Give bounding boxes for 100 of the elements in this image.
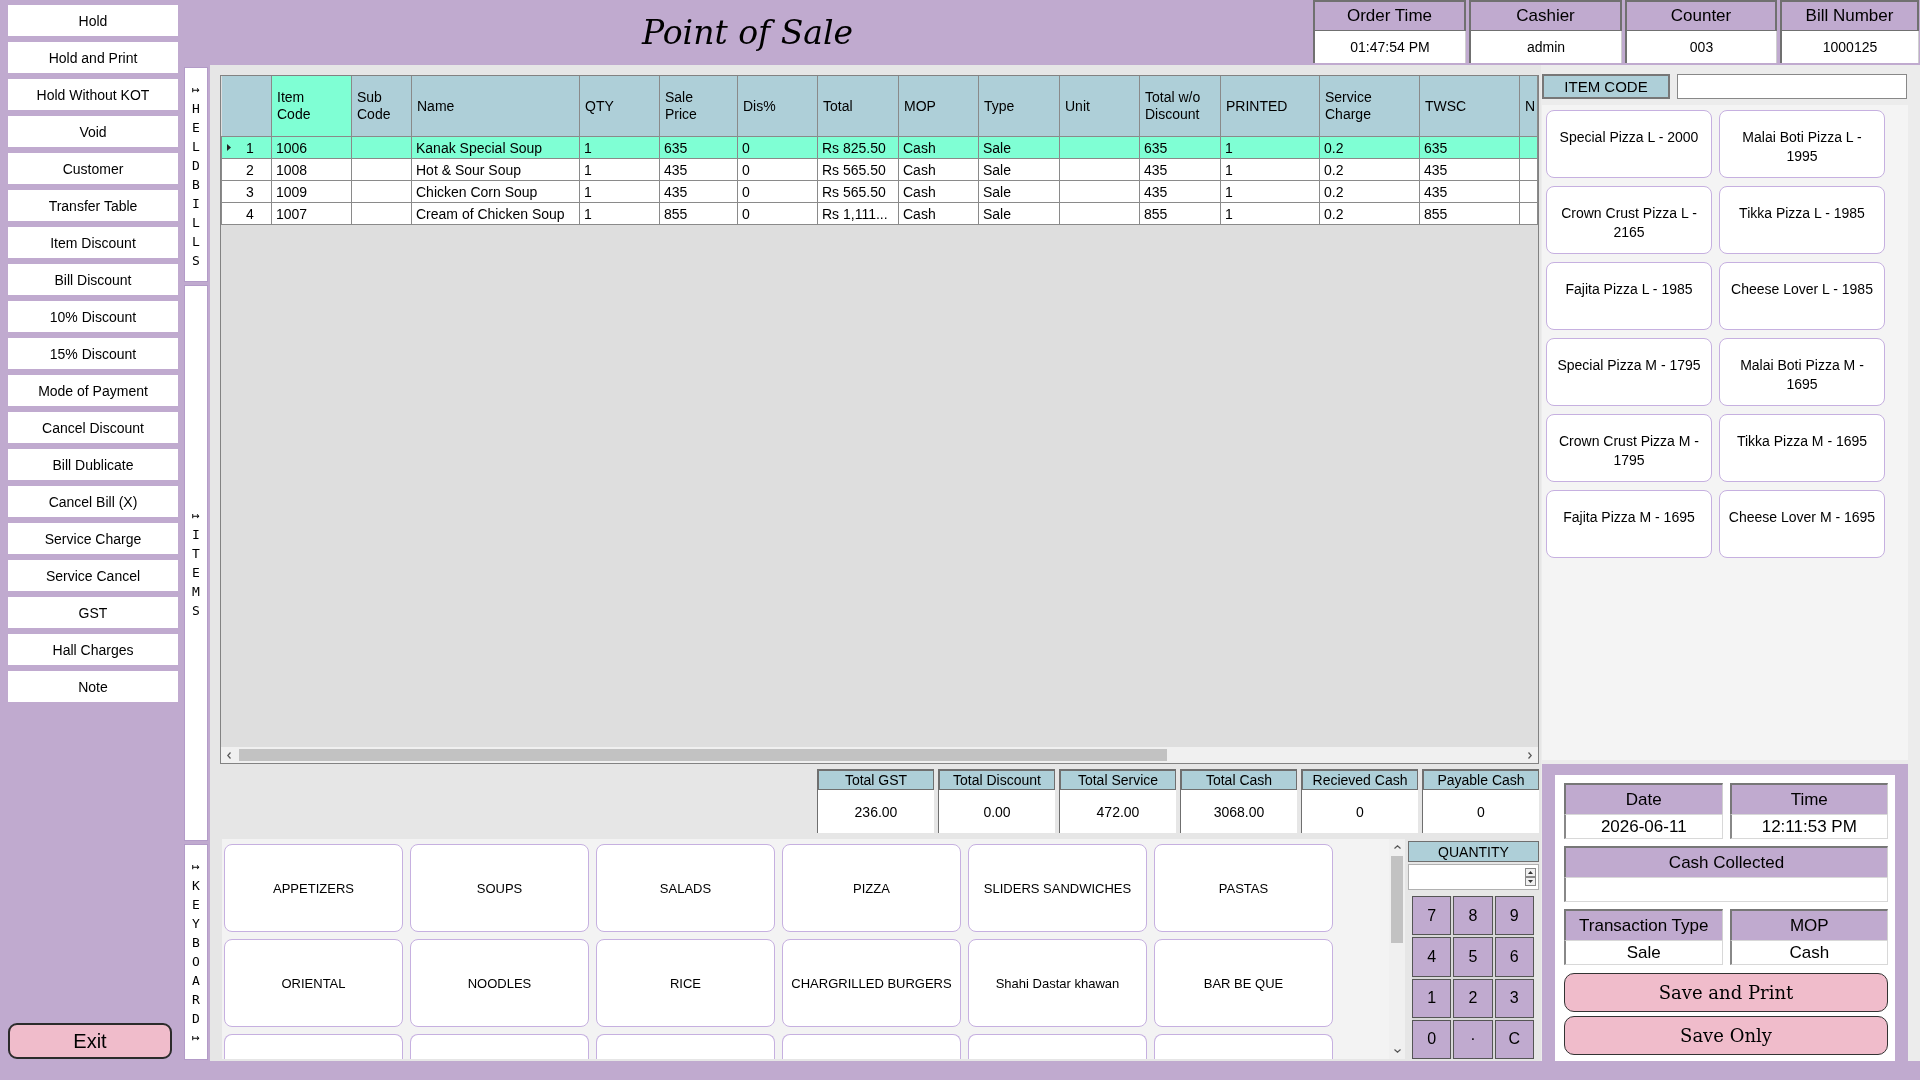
sidebar-button[interactable]: Hall Charges [8, 634, 178, 665]
category-button[interactable] [596, 1034, 775, 1059]
keypad-key[interactable]: 9 [1494, 896, 1534, 936]
exit-button[interactable]: Exit [8, 1023, 172, 1059]
cash-collected-field[interactable] [1564, 877, 1888, 902]
column-header[interactable]: Total w/o Discount [1139, 76, 1221, 137]
sidebar-button[interactable]: 15% Discount [8, 338, 178, 369]
spinner-arrows-icon[interactable] [1525, 868, 1536, 886]
keypad-key[interactable]: 1 [1412, 978, 1452, 1018]
menu-item-button[interactable]: Fajita Pizza M - 1695 [1546, 490, 1712, 558]
sidebar-button[interactable]: Mode of Payment [8, 375, 178, 406]
table-row[interactable]: 3 1009 Chicken Corn Soup 1 435 0 Rs 565.50 Cash Sale 435 1 0.2 435 [221, 180, 1538, 203]
category-button[interactable]: PIZZA [782, 844, 961, 932]
category-button[interactable]: APPETIZERS [224, 844, 403, 932]
category-button[interactable] [224, 1034, 403, 1059]
category-button[interactable]: SLIDERS SANDWICHES [968, 844, 1147, 932]
column-header[interactable]: Name [411, 76, 580, 137]
menu-item-button[interactable]: Malai Boti Pizza M - 1695 [1719, 338, 1885, 406]
side-panel-tab[interactable]: ↦ITEMS [184, 285, 208, 841]
save-button[interactable]: Save Only [1564, 1016, 1888, 1055]
keypad-key[interactable]: 2 [1453, 978, 1493, 1018]
table-row[interactable]: 2 1008 Hot & Sour Soup 1 435 0 Rs 565.50 Cash Sale 435 1 0.2 435 [221, 158, 1538, 181]
menu-item-button[interactable]: Malai Boti Pizza L - 1995 [1719, 110, 1885, 178]
column-header[interactable]: TWSC [1419, 76, 1520, 137]
keypad-key[interactable]: C [1494, 1019, 1534, 1059]
sidebar-button[interactable]: Note [8, 671, 178, 702]
table-cell: 435 [1419, 158, 1520, 181]
column-header[interactable]: Total [817, 76, 899, 137]
menu-item-button[interactable]: Tikka Pizza M - 1695 [1719, 414, 1885, 482]
side-panel-tab[interactable]: ↦HELDBILLS [184, 67, 208, 282]
column-header[interactable]: PRINTED [1220, 76, 1320, 137]
sidebar-button[interactable]: GST [8, 597, 178, 628]
column-header[interactable]: Item Code [271, 76, 352, 137]
save-button[interactable]: Save and Print [1564, 973, 1888, 1012]
category-button[interactable]: RICE [596, 939, 775, 1027]
menu-item-button[interactable]: Fajita Pizza L - 1985 [1546, 262, 1712, 330]
sidebar-button[interactable]: 10% Discount [8, 301, 178, 332]
menu-item-button[interactable]: Special Pizza L - 2000 [1546, 110, 1712, 178]
sidebar-button[interactable]: Item Discount [8, 227, 178, 258]
sidebar-button[interactable]: Cancel Bill (X) [8, 486, 178, 517]
table-cell: 1006 [271, 136, 352, 159]
menu-item-button[interactable]: Crown Crust Pizza L - 2165 [1546, 186, 1712, 254]
category-button[interactable] [410, 1034, 589, 1059]
menu-item-button[interactable]: Tikka Pizza L - 1985 [1719, 186, 1885, 254]
scrollbar-thumb[interactable] [1391, 856, 1403, 943]
column-header[interactable]: Type [978, 76, 1060, 137]
keypad-key[interactable]: 3 [1494, 978, 1534, 1018]
sidebar-button[interactable]: Hold Without KOT [8, 79, 178, 110]
keypad-key[interactable]: · [1453, 1019, 1493, 1059]
menu-item-button[interactable]: Cheese Lover L - 1985 [1719, 262, 1885, 330]
category-button[interactable] [782, 1034, 961, 1059]
column-header[interactable]: Unit [1059, 76, 1140, 137]
keypad-key[interactable]: 4 [1412, 937, 1452, 977]
category-button[interactable]: BAR BE QUE [1154, 939, 1333, 1027]
table-cell: 435 [659, 158, 738, 181]
column-header[interactable]: QTY [579, 76, 660, 137]
keypad-key[interactable]: 7 [1412, 896, 1452, 936]
sidebar-button[interactable]: Service Charge [8, 523, 178, 554]
field-value: Cash [1729, 940, 1888, 965]
column-header[interactable]: Sub Code [351, 76, 412, 137]
row-number: 4 [246, 205, 254, 222]
scrollbar-thumb[interactable] [239, 749, 1167, 761]
column-header[interactable]: Sale Price [659, 76, 738, 137]
category-button[interactable]: Shahi Dastar khawan [968, 939, 1147, 1027]
table-row[interactable]: 4 1007 Cream of Chicken Soup 1 855 0 Rs 1,111... Cash Sale 855 1 0.2 855 [221, 202, 1538, 225]
column-header[interactable]: MOP [898, 76, 979, 137]
category-button[interactable]: SALADS [596, 844, 775, 932]
sidebar-button[interactable]: Bill Discount [8, 264, 178, 295]
keypad-key[interactable]: 8 [1453, 896, 1493, 936]
sidebar-button[interactable]: Transfer Table [8, 190, 178, 221]
table-cell: Hot & Sour Soup [411, 158, 580, 181]
category-button[interactable]: CHARGRILLED BURGERS [782, 939, 961, 1027]
table-cell: 855 [659, 202, 738, 225]
sidebar-button[interactable]: Cancel Discount [8, 412, 178, 443]
sidebar-button[interactable]: Hold [8, 5, 178, 36]
side-panel-tab[interactable]: ↦KEYBOARD↦ [184, 844, 208, 1060]
menu-item-button[interactable]: Crown Crust Pizza M - 1795 [1546, 414, 1712, 482]
sidebar-button[interactable]: Customer [8, 153, 178, 184]
table-row[interactable]: 1 1006 Kanak Special Soup 1 635 0 Rs 825.50 Cash Sale 635 1 0.2 635 [221, 136, 1538, 159]
menu-item-button[interactable]: Special Pizza M - 1795 [1546, 338, 1712, 406]
sidebar-button[interactable]: Service Cancel [8, 560, 178, 591]
quantity-field[interactable] [1408, 864, 1539, 890]
category-button[interactable]: NOODLES [410, 939, 589, 1027]
keypad-key[interactable]: 6 [1494, 937, 1534, 977]
item-code-field[interactable] [1677, 74, 1907, 99]
category-button[interactable] [968, 1034, 1147, 1059]
sidebar-button[interactable]: Bill Dublicate [8, 449, 178, 480]
horizontal-scrollbar[interactable] [221, 747, 1538, 763]
category-button[interactable]: ORIENTAL [224, 939, 403, 1027]
category-button[interactable] [1154, 1034, 1333, 1059]
keypad-key[interactable]: 0 [1412, 1019, 1452, 1059]
table-cell: 635 [659, 136, 738, 159]
column-header[interactable]: Dis% [737, 76, 818, 137]
category-button[interactable]: SOUPS [410, 844, 589, 932]
sidebar-button[interactable]: Void [8, 116, 178, 147]
keypad-key[interactable]: 5 [1453, 937, 1493, 977]
menu-item-button[interactable]: Cheese Lover M - 1695 [1719, 490, 1885, 558]
sidebar-button[interactable]: Hold and Print [8, 42, 178, 73]
column-header[interactable]: Service Charge [1319, 76, 1420, 137]
category-button[interactable]: PASTAS [1154, 844, 1333, 932]
